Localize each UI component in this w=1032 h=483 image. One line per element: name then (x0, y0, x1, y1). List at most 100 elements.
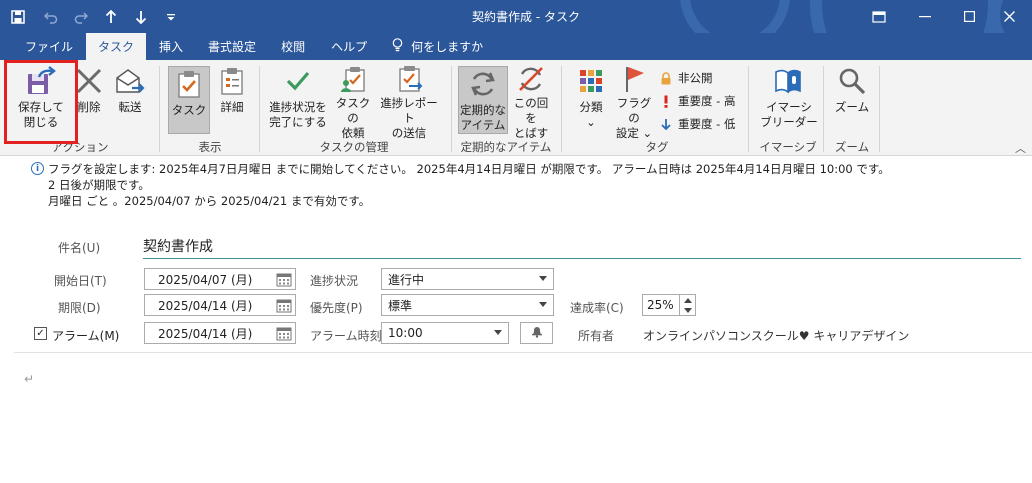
recurrence-label-1: 定期的な (460, 103, 506, 117)
calendar-icon[interactable] (273, 269, 295, 289)
start-date-value: 2025/04/07 (月) (158, 272, 253, 287)
recurrence-label-2: アイテム (460, 118, 506, 132)
up-arrow-icon[interactable] (96, 0, 126, 33)
minimize-button[interactable] (902, 0, 948, 33)
ribbon-display-options-icon[interactable] (856, 0, 902, 33)
exclamation-icon (658, 95, 674, 108)
send-status-report-button[interactable]: 進捗レポート の送信 (376, 64, 442, 140)
chevron-down-icon (494, 330, 502, 335)
priority-select[interactable]: 標準 (381, 294, 554, 316)
tell-me-label: 何をしますか (411, 40, 484, 54)
lock-icon (658, 71, 674, 85)
customize-icon[interactable] (156, 0, 186, 33)
tab-review[interactable]: 校閲 (268, 33, 318, 60)
zoom-button[interactable]: ズーム (832, 64, 872, 138)
spin-up-icon[interactable] (680, 295, 695, 305)
title-bar: 契約書作成 - タスク (0, 0, 1032, 33)
private-button[interactable]: 非公開 (658, 68, 713, 88)
assign-task-button[interactable]: タスクの 依頼 (332, 64, 374, 140)
reminder-checkbox[interactable]: ✓ (34, 327, 47, 340)
task-icon (172, 67, 206, 101)
percent-complete-value: 25% (647, 298, 674, 312)
subject-label: 件名(U) (58, 241, 101, 255)
down-arrow-icon[interactable] (126, 0, 156, 33)
delete-icon (72, 64, 106, 98)
assign-task-label-1: タスクの (335, 96, 371, 125)
ribbon-separator (823, 66, 824, 152)
immersive-reader-button[interactable]: イマーシ ブリーダー (758, 64, 820, 138)
status-label: 進捗状況 (310, 274, 359, 288)
show-task-label: タスク (171, 103, 207, 117)
reminder-date-value: 2025/04/14 (月) (158, 326, 253, 341)
status-select[interactable]: 進行中 (381, 268, 554, 290)
recurrence-button[interactable]: 定期的な アイテム (458, 66, 508, 134)
group-label-show: 表示 (198, 140, 222, 154)
calendar-icon[interactable] (273, 323, 295, 343)
divider (14, 352, 1032, 353)
due-date-value: 2025/04/14 (月) (158, 298, 253, 313)
follow-up-label-1: フラグの (616, 96, 652, 125)
skip-occurrence-button[interactable]: この回を とばす (510, 64, 552, 140)
info-icon: i (31, 162, 44, 175)
reminder-sound-button[interactable] (520, 322, 553, 344)
due-date-input[interactable]: 2025/04/14 (月) (144, 294, 296, 316)
flag-icon (617, 64, 651, 94)
checkmark-icon (281, 64, 315, 98)
start-date-input[interactable]: 2025/04/07 (月) (144, 268, 296, 290)
forward-button[interactable]: 転送 (110, 64, 150, 138)
reminder-time-label: アラーム時刻 (310, 329, 382, 343)
paragraph-mark[interactable]: ↵ (24, 372, 34, 386)
categorize-button[interactable]: 分類 ⌄ (570, 64, 612, 138)
follow-up-button[interactable]: フラグの 設定 ⌄ (612, 64, 656, 140)
group-label-recurrence: 定期的なアイテム (460, 140, 552, 154)
collapse-ribbon-icon[interactable]: ︿ (1015, 140, 1026, 156)
tell-me-search[interactable]: 何をしますか (380, 33, 495, 60)
ribbon: 保存して 閉じる 削除 転送 アクション タスク 詳細 表示 進捗状況を 完了に… (0, 60, 1032, 156)
low-importance-button[interactable]: 重要度 - 低 (658, 114, 735, 134)
reminder-date-input[interactable]: 2025/04/14 (月) (144, 322, 296, 344)
tab-help[interactable]: ヘルプ (318, 33, 380, 60)
magnifier-icon (835, 64, 869, 98)
info-bar: i フラグを設定します: 2025年4月7日月曜日 までに開始してください。 2… (0, 158, 1032, 212)
undo-icon[interactable] (36, 0, 66, 33)
info-line-3: 月曜日 ごと 。2025/04/07 から 2025/04/21 まで有効です。 (48, 194, 371, 208)
ribbon-separator (561, 66, 562, 152)
ribbon-separator (748, 66, 749, 152)
high-importance-label: 重要度 - 高 (678, 94, 736, 108)
save-icon[interactable] (0, 0, 36, 33)
tab-insert[interactable]: 挿入 (146, 33, 196, 60)
skip-occurrence-label-1: この回を (513, 96, 549, 125)
show-task-button[interactable]: タスク (168, 66, 210, 134)
details-button[interactable]: 詳細 (214, 64, 250, 138)
chevron-down-icon (539, 302, 547, 307)
send-status-report-label-1: 進捗レポート (380, 96, 438, 125)
spin-down-icon[interactable] (680, 305, 695, 315)
chevron-down-icon (539, 276, 547, 281)
mark-complete-label-2: 完了にする (269, 115, 327, 129)
close-button[interactable] (986, 0, 1032, 33)
high-importance-button[interactable]: 重要度 - 高 (658, 91, 735, 111)
checkmark-icon: ✓ (36, 327, 45, 339)
group-label-action: アクション (51, 140, 109, 154)
tab-file[interactable]: ファイル (0, 33, 86, 60)
delete-button[interactable]: 削除 (70, 64, 108, 138)
categorize-icon (574, 64, 608, 98)
subject-input[interactable]: 契約書作成 (143, 233, 1021, 259)
percent-complete-input[interactable]: 25% (642, 294, 696, 316)
save-close-button[interactable]: 保存して 閉じる (10, 64, 72, 138)
ribbon-separator (879, 66, 880, 152)
percent-complete-label: 達成率(C) (570, 301, 624, 315)
calendar-icon[interactable] (273, 295, 295, 315)
mark-complete-button[interactable]: 進捗状況を 完了にする (266, 64, 330, 138)
categorize-label: 分類 (579, 100, 603, 114)
recurrence-icon (466, 67, 500, 101)
tab-task[interactable]: タスク (86, 33, 147, 60)
group-label-manage: タスクの管理 (319, 140, 389, 154)
redo-icon[interactable] (66, 0, 96, 33)
reminder-time-value: 10:00 (388, 326, 423, 340)
reminder-time-select[interactable]: 10:00 (381, 322, 509, 344)
priority-label: 優先度(P) (310, 301, 363, 315)
percent-spinner[interactable] (679, 295, 695, 315)
save-close-icon (24, 64, 58, 98)
tab-format[interactable]: 書式設定 (196, 33, 268, 60)
